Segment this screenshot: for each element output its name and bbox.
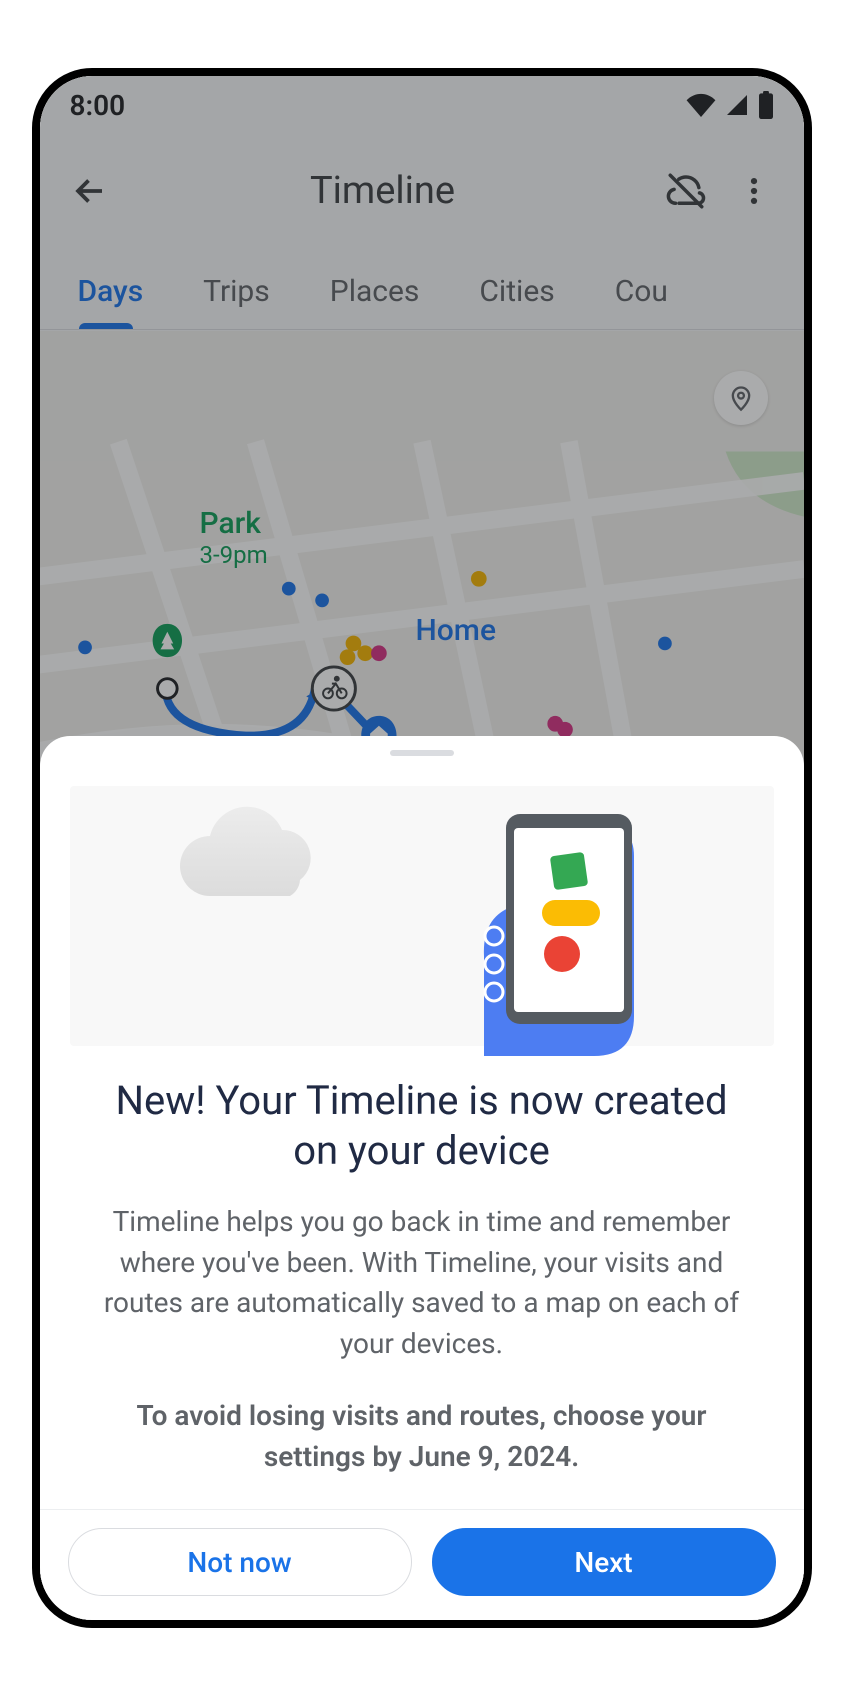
phone-frame: 8:00 Timeline Days Trips Places Cities C… xyxy=(32,68,812,1628)
bottom-sheet: New! Your Timeline is now created on you… xyxy=(40,736,804,1620)
hand-phone-icon xyxy=(444,796,674,1056)
sheet-illustration xyxy=(70,786,774,1046)
not-now-button[interactable]: Not now xyxy=(68,1528,412,1596)
sheet-button-row: Not now Next xyxy=(40,1509,804,1620)
next-button[interactable]: Next xyxy=(432,1528,776,1596)
screen: 8:00 Timeline Days Trips Places Cities C… xyxy=(40,76,804,1620)
sheet-deadline: To avoid losing visits and routes, choos… xyxy=(40,1380,804,1493)
sheet-drag-handle[interactable] xyxy=(390,750,454,756)
sheet-body: Timeline helps you go back in time and r… xyxy=(40,1186,804,1380)
sheet-title: New! Your Timeline is now created on you… xyxy=(40,1056,804,1186)
cloud-icon xyxy=(170,806,330,916)
